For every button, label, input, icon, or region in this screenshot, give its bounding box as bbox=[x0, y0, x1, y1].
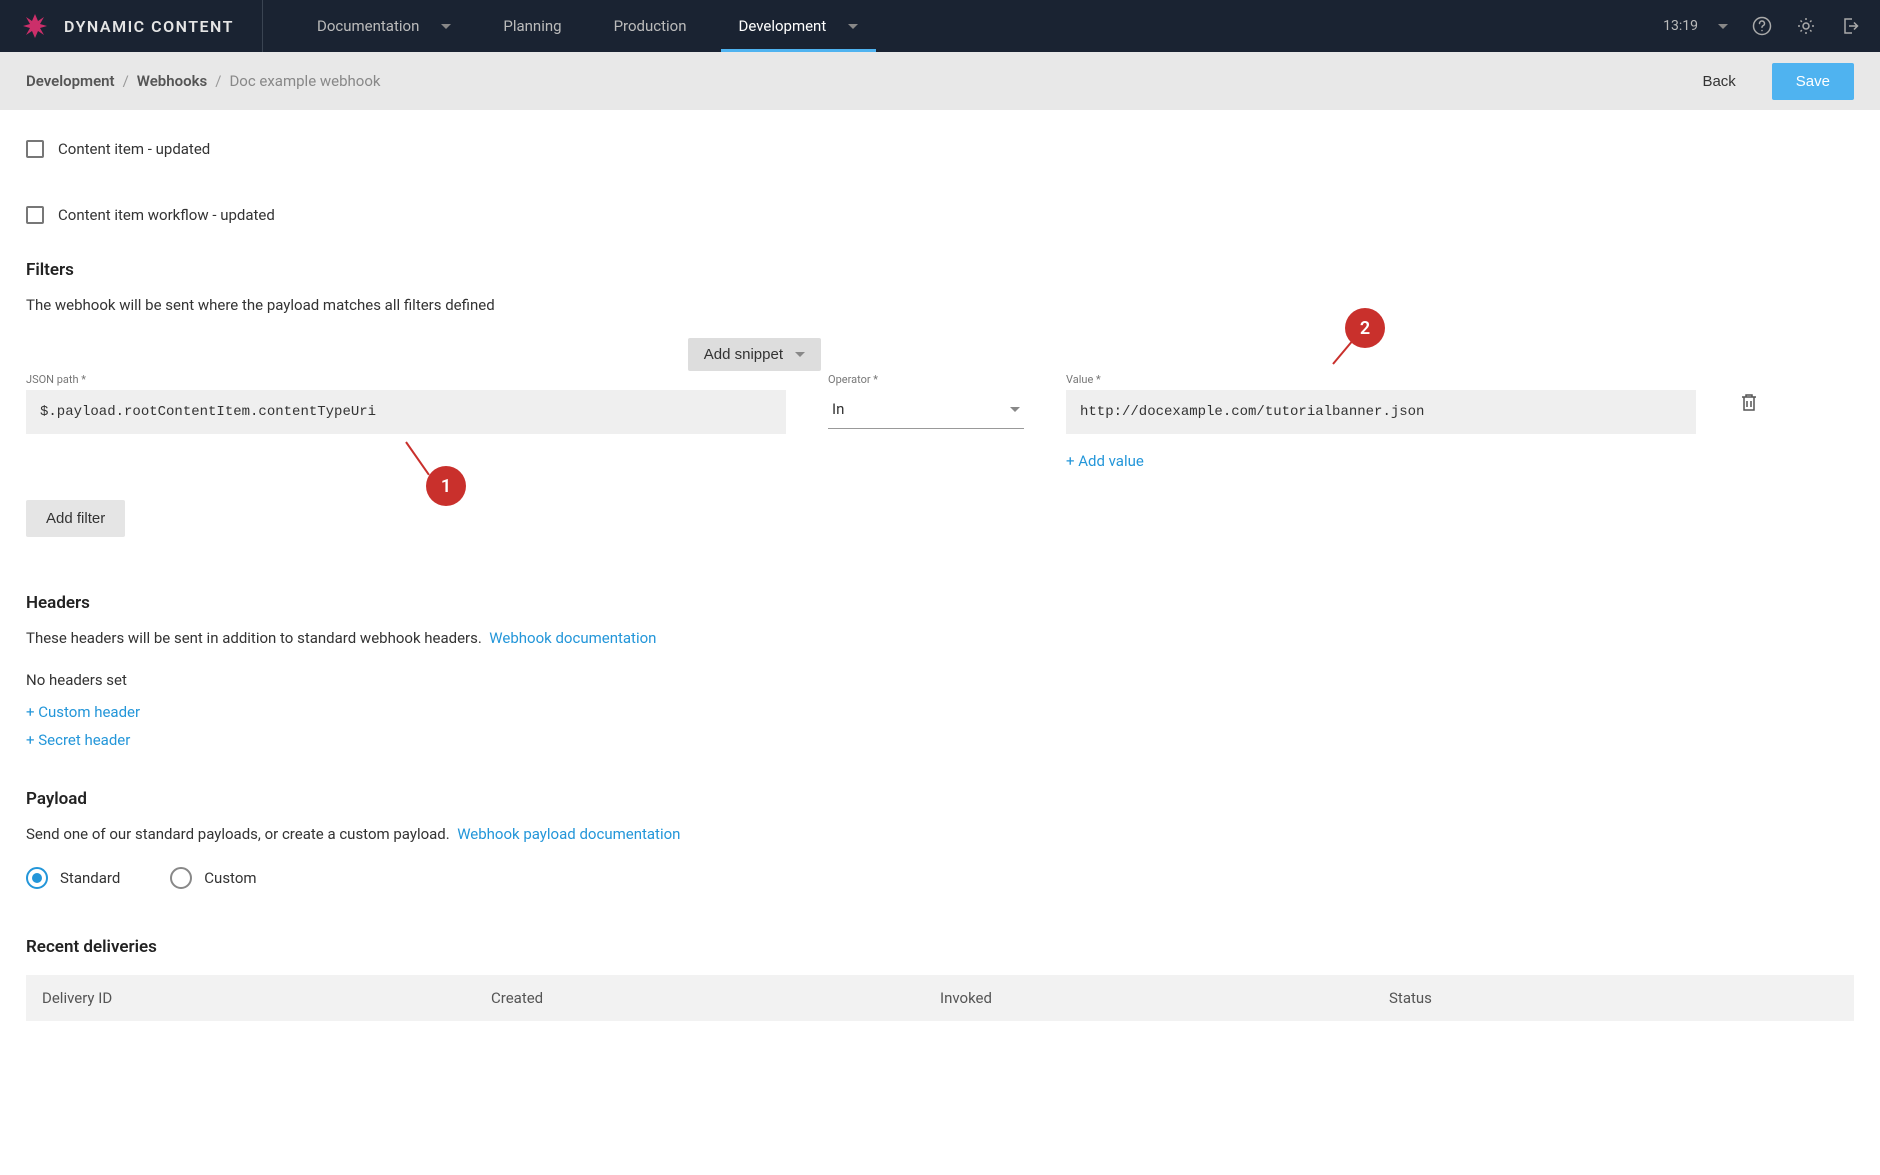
deliveries-title: Recent deliveries bbox=[26, 937, 1854, 957]
breadcrumb-sep: / bbox=[123, 72, 129, 90]
payload-radio-group: Standard Custom bbox=[26, 867, 1854, 889]
gear-icon[interactable] bbox=[1796, 16, 1816, 36]
breadcrumb-webhooks[interactable]: Webhooks bbox=[137, 72, 207, 90]
operator-label: Operator * bbox=[828, 373, 1024, 386]
headers-section: Headers These headers will be sent in ad… bbox=[26, 593, 1854, 749]
nav-tabs: Documentation Planning Production Develo… bbox=[291, 0, 884, 52]
breadcrumb-development[interactable]: Development bbox=[26, 72, 115, 90]
filters-area: Add snippet JSON path * 1 Operator * In bbox=[26, 338, 1854, 537]
radio-label-standard: Standard bbox=[60, 869, 120, 887]
secret-header-link[interactable]: + Secret header bbox=[26, 731, 1854, 749]
logo-icon bbox=[20, 11, 50, 41]
add-value-link[interactable]: + Add value bbox=[1066, 452, 1696, 470]
deliveries-section: Recent deliveries Delivery ID Created In… bbox=[26, 937, 1854, 1021]
subheader: Development / Webhooks / Doc example web… bbox=[0, 52, 1880, 110]
logout-icon[interactable] bbox=[1840, 16, 1860, 36]
radio-circle-custom[interactable] bbox=[170, 867, 192, 889]
annotation-marker-1: 1 bbox=[426, 466, 466, 506]
nav-item-label: Production bbox=[614, 17, 687, 35]
breadcrumb: Development / Webhooks / Doc example web… bbox=[26, 72, 381, 90]
subheader-actions: Back Save bbox=[1702, 63, 1854, 100]
caret-down-icon bbox=[795, 352, 805, 357]
col-invoked: Invoked bbox=[940, 989, 1389, 1007]
trash-icon[interactable] bbox=[1738, 391, 1760, 417]
headers-desc-text: These headers will be sent in addition t… bbox=[26, 629, 482, 647]
filters-section: Filters The webhook will be sent where t… bbox=[26, 260, 1854, 537]
caret-down-icon bbox=[1010, 407, 1020, 412]
operator-select[interactable]: In bbox=[828, 390, 1024, 429]
json-path-label: JSON path * bbox=[26, 373, 786, 386]
radio-standard[interactable]: Standard bbox=[26, 867, 120, 889]
filters-title: Filters bbox=[26, 260, 1854, 280]
radio-circle-standard[interactable] bbox=[26, 867, 48, 889]
caret-down-icon bbox=[848, 24, 858, 29]
json-path-input[interactable] bbox=[26, 390, 786, 434]
payload-desc-text: Send one of our standard payloads, or cr… bbox=[26, 825, 450, 843]
custom-header-link[interactable]: + Custom header bbox=[26, 703, 1854, 721]
add-snippet-label: Add snippet bbox=[704, 346, 783, 363]
time-text: 13:19 bbox=[1663, 18, 1698, 34]
nav-item-label: Planning bbox=[503, 17, 561, 35]
add-filter-button[interactable]: Add filter bbox=[26, 500, 125, 537]
filter-row: JSON path * 1 Operator * In 2 bbox=[26, 373, 1854, 470]
nav-item-planning[interactable]: Planning bbox=[477, 0, 587, 52]
checkbox-input[interactable] bbox=[26, 140, 44, 158]
caret-down-icon bbox=[441, 24, 451, 29]
headers-description: These headers will be sent in addition t… bbox=[26, 629, 1854, 647]
headers-title: Headers bbox=[26, 593, 1854, 613]
annotation-line-1 bbox=[405, 441, 430, 475]
checkbox-label: Content item workflow - updated bbox=[58, 206, 275, 224]
nav-item-documentation[interactable]: Documentation bbox=[291, 0, 477, 52]
brand-name: DYNAMIC CONTENT bbox=[64, 17, 234, 36]
headers-status: No headers set bbox=[26, 671, 1854, 689]
time-display[interactable]: 13:19 bbox=[1663, 18, 1728, 34]
main-content: Content item - updated Content item work… bbox=[0, 110, 1880, 1051]
operator-col: Operator * In bbox=[828, 373, 1024, 429]
value-input[interactable] bbox=[1066, 390, 1696, 434]
annotation-marker-2: 2 bbox=[1345, 308, 1385, 348]
top-nav: DYNAMIC CONTENT Documentation Planning P… bbox=[0, 0, 1880, 52]
checkbox-label: Content item - updated bbox=[58, 140, 210, 158]
help-icon[interactable] bbox=[1752, 16, 1772, 36]
value-label: Value * bbox=[1066, 373, 1696, 386]
logo-area: DYNAMIC CONTENT bbox=[20, 0, 263, 52]
breadcrumb-sep: / bbox=[215, 72, 221, 90]
json-path-col: JSON path * 1 bbox=[26, 373, 786, 434]
checkbox-content-item-updated[interactable]: Content item - updated bbox=[26, 140, 1854, 158]
deliveries-table-header: Delivery ID Created Invoked Status bbox=[26, 975, 1854, 1021]
save-button[interactable]: Save bbox=[1772, 63, 1854, 100]
radio-custom[interactable]: Custom bbox=[170, 867, 256, 889]
nav-item-label: Documentation bbox=[317, 17, 419, 35]
value-col: 2 Value * + Add value bbox=[1066, 373, 1696, 470]
col-created: Created bbox=[491, 989, 940, 1007]
payload-doc-link[interactable]: Webhook payload documentation bbox=[457, 825, 680, 843]
payload-title: Payload bbox=[26, 789, 1854, 809]
caret-down-icon bbox=[1718, 24, 1728, 29]
payload-section: Payload Send one of our standard payload… bbox=[26, 789, 1854, 889]
back-button[interactable]: Back bbox=[1702, 73, 1735, 90]
col-delivery-id: Delivery ID bbox=[42, 989, 491, 1007]
nav-right: 13:19 bbox=[1663, 16, 1860, 36]
nav-item-development[interactable]: Development bbox=[713, 0, 885, 52]
operator-value: In bbox=[832, 400, 844, 418]
col-status: Status bbox=[1389, 989, 1838, 1007]
nav-item-production[interactable]: Production bbox=[588, 0, 713, 52]
payload-description: Send one of our standard payloads, or cr… bbox=[26, 825, 1854, 843]
nav-item-label: Development bbox=[739, 17, 827, 35]
add-snippet-button[interactable]: Add snippet bbox=[688, 338, 821, 371]
filters-description: The webhook will be sent where the paylo… bbox=[26, 296, 1854, 314]
breadcrumb-current: Doc example webhook bbox=[229, 72, 380, 90]
checkbox-input[interactable] bbox=[26, 206, 44, 224]
radio-label-custom: Custom bbox=[204, 869, 256, 887]
checkbox-workflow-updated[interactable]: Content item workflow - updated bbox=[26, 206, 1854, 224]
webhook-doc-link[interactable]: Webhook documentation bbox=[489, 629, 656, 647]
